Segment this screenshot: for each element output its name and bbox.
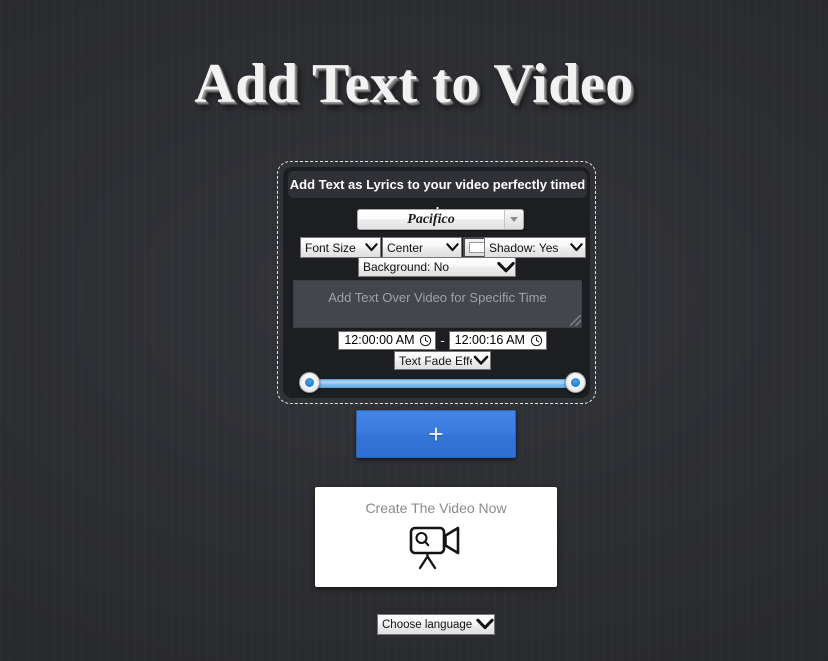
text-block-panel: Add Text as Lyrics to your video perfect… bbox=[277, 161, 596, 404]
clock-icon[interactable] bbox=[530, 334, 543, 347]
triangle-down-icon[interactable] bbox=[504, 210, 523, 229]
text-effect-select[interactable]: Text Fade Effect bbox=[394, 351, 491, 370]
font-size-label: Font Size bbox=[305, 240, 356, 255]
background-label: Background: No bbox=[363, 260, 450, 274]
video-camera-icon bbox=[409, 526, 460, 570]
plus-icon: + bbox=[428, 419, 444, 449]
chevron-down-icon bbox=[567, 243, 585, 252]
start-time-value: 12:00:00 AM bbox=[344, 333, 415, 347]
start-time-input[interactable]: 12:00:00 AM bbox=[338, 330, 437, 350]
slider-handle-start[interactable] bbox=[299, 372, 320, 393]
chevron-down-icon bbox=[472, 355, 490, 366]
page-title: Add Text to Video bbox=[194, 52, 634, 115]
chevron-down-icon bbox=[443, 243, 461, 252]
end-time-input[interactable]: 12:00:16 AM bbox=[448, 330, 547, 350]
shadow-label: Shadow: Yes bbox=[489, 240, 559, 255]
end-time-value: 12:00:16 AM bbox=[454, 333, 525, 347]
lyrics-textarea[interactable] bbox=[293, 280, 582, 328]
text-effect-label: Text Fade Effect bbox=[399, 353, 472, 368]
slider-track[interactable] bbox=[304, 379, 581, 388]
add-text-block-button[interactable]: + bbox=[356, 410, 516, 458]
time-range-separator: - bbox=[440, 332, 445, 348]
chevron-down-icon bbox=[497, 261, 515, 274]
clock-icon[interactable] bbox=[419, 334, 432, 347]
text-block-panel-inner: Add Text as Lyrics to your video perfect… bbox=[283, 167, 590, 398]
font-family-select[interactable]: Pacifico bbox=[357, 209, 524, 230]
font-family-value: Pacifico bbox=[407, 212, 455, 227]
font-size-select[interactable]: Font Size bbox=[300, 237, 381, 258]
chevron-down-icon bbox=[476, 618, 494, 631]
app-root: Add Text to Video Add Text as Lyrics to … bbox=[0, 0, 828, 661]
create-video-button[interactable]: Create The Video Now bbox=[315, 487, 557, 587]
text-alignment-select[interactable]: Center bbox=[382, 237, 462, 258]
language-label: Choose language bbox=[382, 618, 473, 631]
background-select[interactable]: Background: No bbox=[358, 257, 516, 277]
create-video-label: Create The Video Now bbox=[365, 500, 507, 516]
language-select[interactable]: Choose language bbox=[377, 614, 495, 635]
chevron-down-icon bbox=[362, 243, 380, 252]
text-alignment-label: Center bbox=[387, 240, 424, 255]
slider-handle-end[interactable] bbox=[565, 372, 586, 393]
panel-heading: Add Text as Lyrics to your video perfect… bbox=[288, 171, 587, 219]
time-range-slider[interactable] bbox=[299, 372, 586, 394]
shadow-select[interactable]: Shadow: Yes bbox=[484, 237, 586, 258]
time-range-row: 12:00:00 AM - 12:00:16 AM bbox=[293, 330, 592, 350]
